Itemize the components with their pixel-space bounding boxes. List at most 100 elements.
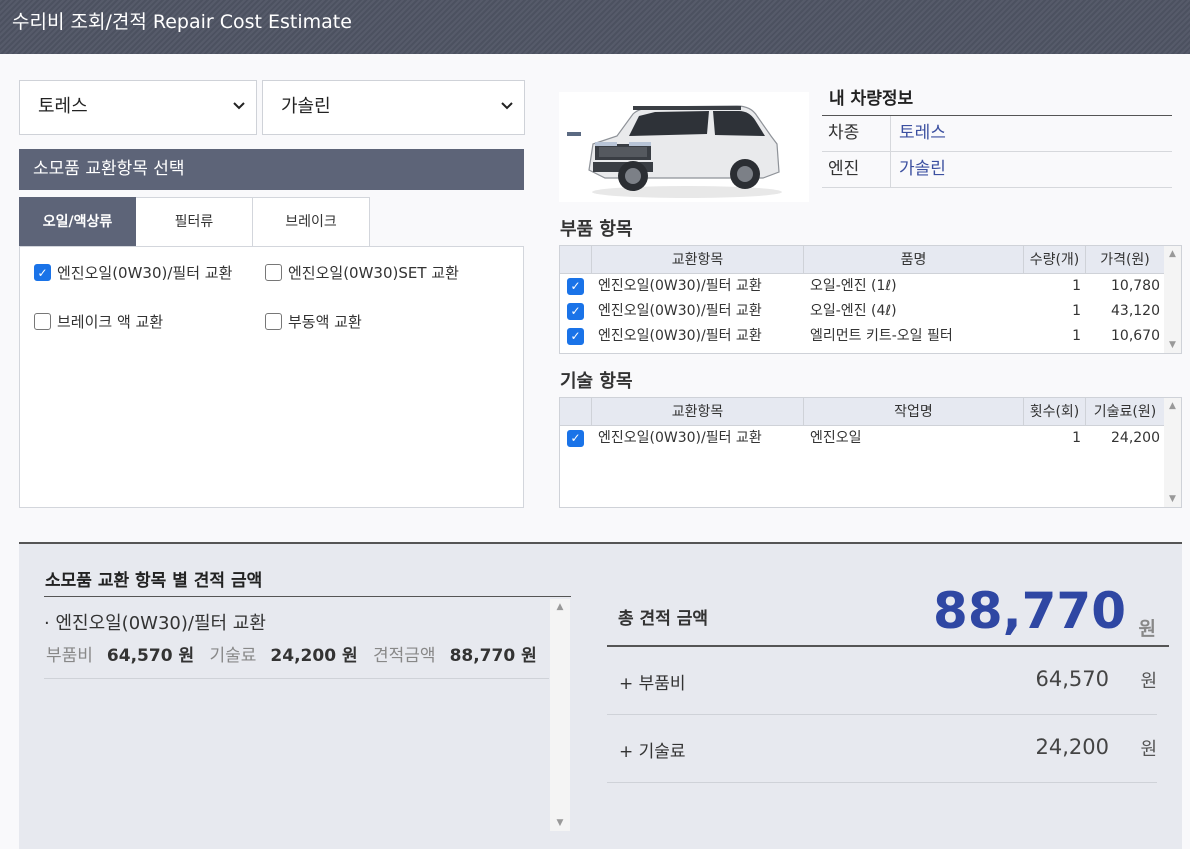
scroll-up-icon[interactable]: ▲ [1164, 401, 1181, 411]
model-select-value: 토레스 [38, 96, 88, 117]
row-item: 엔진오일(0W30)/필터 교환 [598, 278, 762, 294]
header-qty: 수량(개) [1024, 246, 1086, 273]
scroll-down-icon[interactable]: ▼ [1164, 494, 1181, 504]
header-item: 교환항목 [592, 246, 804, 273]
consumables-checklist: ✓ 엔진오일(0W30)/필터 교환 엔진오일(0W30)SET 교환 브레이크… [19, 246, 524, 508]
coolant-option[interactable]: 부동액 교환 [265, 311, 362, 332]
row-checkbox-cell: ✓ [560, 324, 592, 349]
row-count: 1 [1072, 430, 1081, 446]
vehicle-image [559, 92, 809, 202]
estimate-label: 견적금액 [373, 646, 436, 666]
chevron-down-icon [232, 81, 246, 154]
parts-subtotal-label: + 부품비 [619, 674, 686, 694]
row-name: 오일-엔진 (1ℓ) [810, 278, 897, 294]
labor-scrollbar[interactable]: ▲ ▼ [1164, 398, 1181, 507]
summary-item-detail: 부품비 64,570 원 기술료 24,200 원 견적금액 88,770 원 [46, 641, 547, 666]
summary-item-name: · 엔진오일(0W30)/필터 교환 [44, 613, 266, 634]
tab-brakes[interactable]: 브레이크 [253, 197, 370, 247]
vehicle-info-row: 차종 토레스 [822, 116, 1172, 152]
row-item: 엔진오일(0W30)/필터 교환 [598, 328, 762, 344]
header-name: 품명 [804, 246, 1024, 273]
checkbox-checked[interactable]: ✓ [567, 303, 584, 320]
vehicle-info-title: 내 차량정보 [829, 89, 914, 109]
row-fee: 24,200 [1111, 430, 1160, 446]
consumables-header: 소모품 교환항목 선택 [19, 149, 524, 190]
parts-grid-header: 교환항목 품명 수량(개) 가격(원) [560, 246, 1181, 274]
table-row[interactable]: ✓ 엔진오일(0W30)/필터 교환 오일-엔진 (1ℓ) 1 10,780 [560, 274, 1181, 299]
summary-scrollbar[interactable]: ▲ ▼ [550, 599, 570, 831]
main-content: 토레스 가솔린 소모품 교환항목 선택 오일/액상류 필터류 브레이크 ✓ 엔진… [0, 54, 1190, 849]
labor-subtotal-row: + 기술료 24,200 원 [607, 715, 1157, 783]
row-checkbox-cell: ✓ [560, 274, 592, 299]
row-item: 엔진오일(0W30)/필터 교환 [598, 430, 762, 446]
labor-grid: 교환항목 작업명 횟수(회) 기술료(원) ✓ 엔진오일(0W30)/필터 교환… [559, 397, 1182, 508]
row-item: 엔진오일(0W30)/필터 교환 [598, 303, 762, 319]
parts-subtotal-value: 64,570 [1035, 667, 1109, 691]
model-select[interactable]: 토레스 [19, 80, 257, 135]
scroll-down-icon[interactable]: ▼ [1164, 340, 1181, 350]
checkbox-checked[interactable]: ✓ [567, 278, 584, 295]
parts-scrollbar[interactable]: ▲ ▼ [1164, 246, 1181, 353]
category-tabs: 오일/액상류 필터류 브레이크 [19, 197, 370, 247]
scroll-up-icon[interactable]: ▲ [1164, 249, 1181, 259]
row-qty: 1 [1072, 278, 1081, 294]
row-checkbox-cell: ✓ [560, 299, 592, 324]
row-name: 엔진오일 [810, 430, 862, 446]
labor-subtotal-value: 24,200 [1035, 735, 1109, 759]
row-name: 엘리먼트 키트-오일 필터 [810, 328, 953, 344]
tab-filters[interactable]: 필터류 [136, 197, 253, 247]
header-checkbox-cell [560, 398, 592, 425]
engine-select[interactable]: 가솔린 [262, 80, 525, 135]
table-row[interactable]: ✓ 엔진오일(0W30)/필터 교환 엘리먼트 키트-오일 필터 1 10,67… [560, 324, 1181, 349]
parts-cost-label: 부품비 [46, 646, 93, 666]
checkbox-checked[interactable]: ✓ [34, 264, 51, 281]
total-estimate-value: 88,770 [933, 582, 1126, 640]
row-price: 43,120 [1111, 303, 1160, 319]
engine-oil-set-option[interactable]: 엔진오일(0W30)SET 교환 [265, 262, 459, 283]
row-price: 10,780 [1111, 278, 1160, 294]
row-qty: 1 [1072, 303, 1081, 319]
header-checkbox-cell [560, 246, 592, 273]
engine-oil-filter-option[interactable]: ✓ 엔진오일(0W30)/필터 교환 [34, 262, 232, 283]
parts-section-title: 부품 항목 [560, 219, 633, 240]
option-label: 엔진오일(0W30)/필터 교환 [57, 264, 233, 282]
checkbox-checked[interactable]: ✓ [567, 430, 584, 447]
estimate-summary: 소모품 교환 항목 별 견적 금액 · 엔진오일(0W30)/필터 교환 부품비… [19, 542, 1182, 849]
vehicle-info-row: 엔진 가솔린 [822, 152, 1172, 188]
scroll-down-icon[interactable]: ▼ [550, 818, 570, 828]
option-label: 엔진오일(0W30)SET 교환 [288, 264, 459, 282]
parts-subtotal-unit: 원 [1140, 671, 1157, 692]
summary-item-list: · 엔진오일(0W30)/필터 교환 부품비 64,570 원 기술료 24,200… [44, 596, 571, 828]
checkbox-unchecked[interactable] [265, 313, 282, 330]
header-name: 작업명 [804, 398, 1024, 425]
scroll-up-icon[interactable]: ▲ [550, 602, 570, 612]
estimate-value: 88,770 원 [449, 646, 537, 666]
brake-fluid-option[interactable]: 브레이크 액 교환 [34, 311, 163, 332]
header-price: 가격(원) [1100, 252, 1150, 268]
labor-cost-value: 24,200 원 [270, 646, 358, 666]
parts-cost-value: 64,570 원 [106, 646, 195, 666]
tab-oil-fluids[interactable]: 오일/액상류 [19, 197, 136, 247]
header-fee: 기술료(원) [1093, 404, 1157, 420]
vehicle-info-value: 토레스 [899, 123, 946, 143]
checkbox-checked[interactable]: ✓ [567, 328, 584, 345]
labor-subtotal-unit: 원 [1140, 739, 1157, 760]
summary-title: 소모품 교환 항목 별 견적 금액 [45, 571, 263, 591]
header-count: 횟수(회) [1024, 398, 1086, 425]
checkbox-unchecked[interactable] [265, 264, 282, 281]
chevron-down-icon [500, 81, 514, 154]
checkbox-unchecked[interactable] [34, 313, 51, 330]
labor-subtotal-label: + 기술료 [619, 742, 686, 762]
engine-select-value: 가솔린 [281, 96, 331, 117]
table-row[interactable]: ✓ 엔진오일(0W30)/필터 교환 엔진오일 1 24,200 [560, 426, 1181, 451]
vehicle-info-table: 차종 토레스 엔진 가솔린 [822, 115, 1172, 188]
parts-grid: 교환항목 품명 수량(개) 가격(원) ✓ 엔진오일(0W30)/필터 교환 오… [559, 245, 1182, 354]
labor-section-title: 기술 항목 [560, 371, 633, 392]
option-label: 브레이크 액 교환 [57, 313, 164, 331]
labor-cost-label: 기술료 [209, 646, 257, 666]
row-qty: 1 [1072, 328, 1081, 344]
row-price: 10,670 [1111, 328, 1160, 344]
total-estimate-unit: 원 [1138, 618, 1156, 640]
table-row[interactable]: ✓ 엔진오일(0W30)/필터 교환 오일-엔진 (4ℓ) 1 43,120 [560, 299, 1181, 324]
vehicle-info-value: 가솔린 [899, 159, 946, 179]
